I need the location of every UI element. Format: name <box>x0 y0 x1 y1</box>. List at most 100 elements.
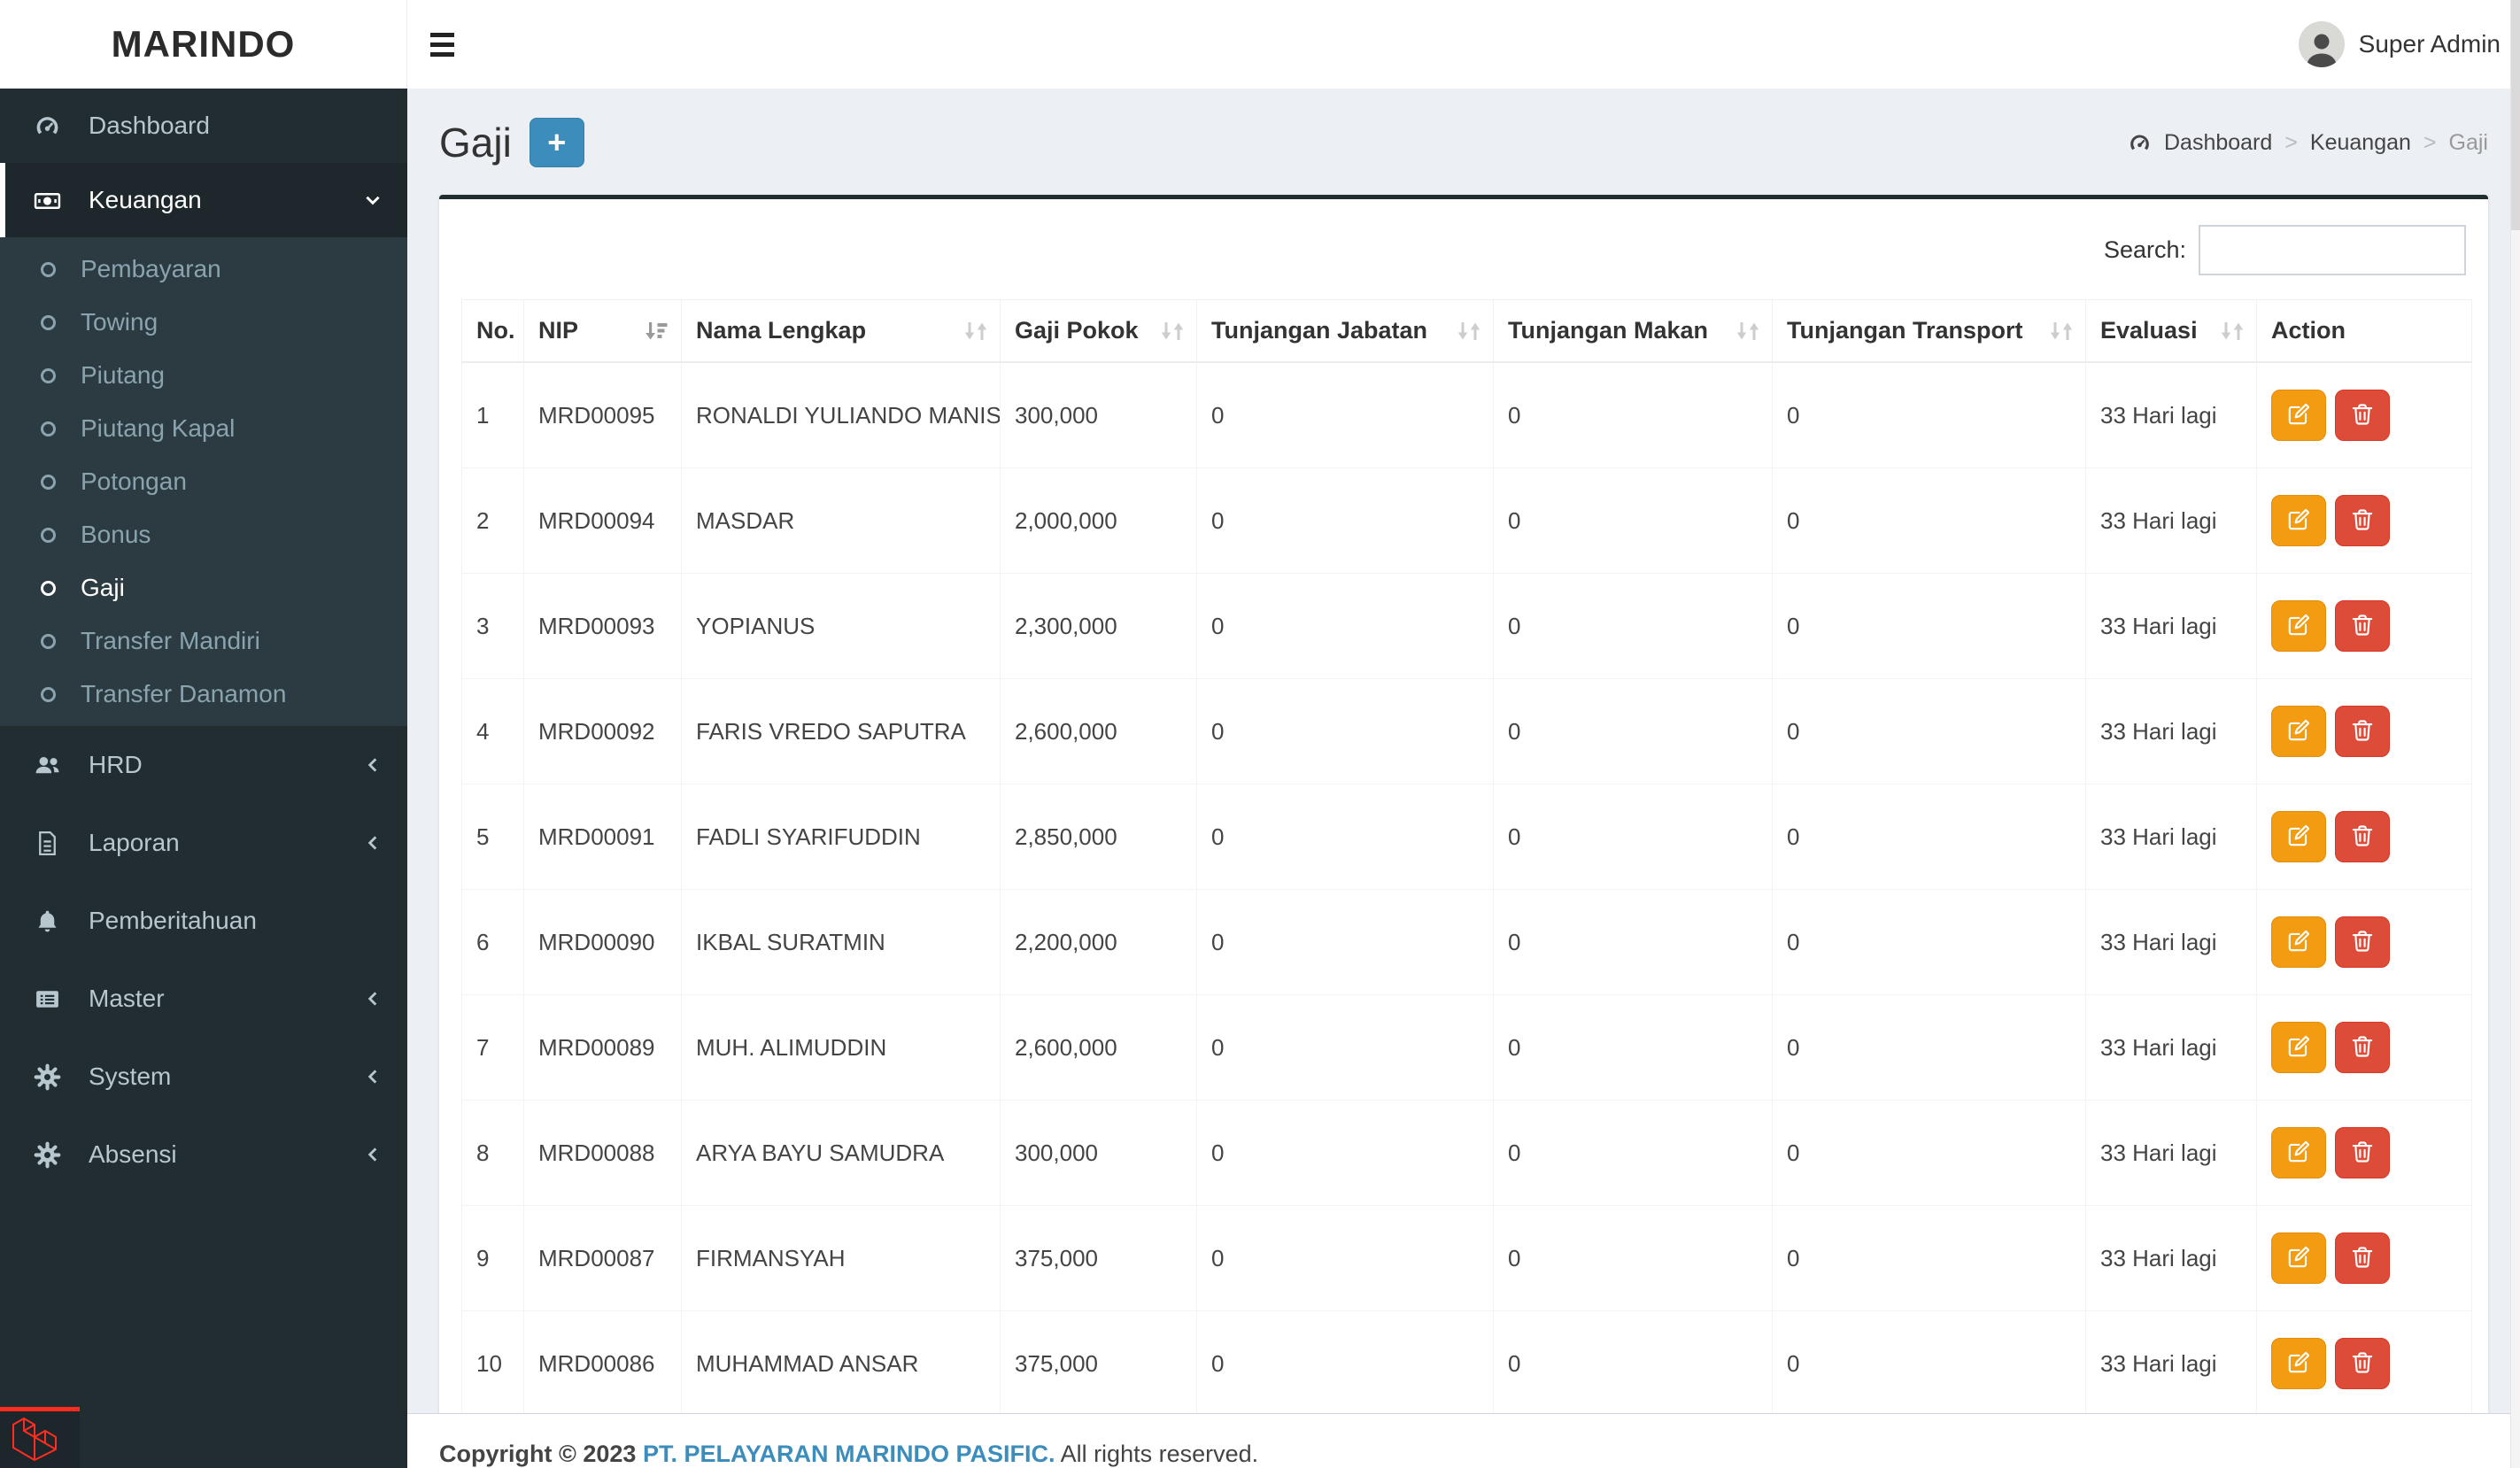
sidebar-subitem[interactable]: Bonus <box>0 508 407 561</box>
cell-tunjangan-makan: 0 <box>1493 1100 1773 1206</box>
cell-no: 5 <box>461 784 524 890</box>
table-row: 3 MRD00093 YOPIANUS 2,300,000 0 0 0 33 H… <box>461 573 2472 679</box>
column-nama-lengkap[interactable]: Nama Lengkap <box>681 299 1001 363</box>
delete-button[interactable] <box>2335 390 2390 441</box>
footer-company-link[interactable]: PT. PELAYARAN MARINDO PASIFIC. <box>643 1441 1055 1467</box>
breadcrumb-separator: > <box>2284 129 2298 155</box>
delete-button[interactable] <box>2335 916 2390 968</box>
edit-button[interactable] <box>2271 1022 2326 1073</box>
tachometer-icon <box>34 112 74 140</box>
column-tunjangan-makan[interactable]: Tunjangan Makan <box>1493 299 1773 363</box>
cell-tunjangan-transport: 0 <box>1772 678 2086 784</box>
edit-button[interactable] <box>2271 706 2326 757</box>
edit-button[interactable] <box>2271 916 2326 968</box>
cell-tunjangan-makan: 0 <box>1493 467 1773 574</box>
circle-icon <box>41 686 56 702</box>
sidebar-subitem[interactable]: Potongan <box>0 455 407 508</box>
sidebar-subitem[interactable]: Piutang <box>0 349 407 402</box>
cell-gaji-pokok: 300,000 <box>1000 361 1197 468</box>
cell-action <box>2256 573 2472 679</box>
edit-icon <box>2285 1244 2312 1273</box>
edit-button[interactable] <box>2271 390 2326 441</box>
cell-nama-lengkap: MUH. ALIMUDDIN <box>681 994 1001 1101</box>
gaji-table: No. NIP Nama Lengkap Gaji Pokok Tunjanga… <box>461 299 2472 1417</box>
sidebar-toggle-button[interactable] <box>427 20 475 68</box>
cell-no: 1 <box>461 361 524 468</box>
scrollbar[interactable] <box>2510 0 2520 1468</box>
breadcrumb-keuangan[interactable]: Keuangan <box>2310 130 2411 156</box>
brand-logo[interactable]: MARINDO <box>0 0 407 89</box>
cell-nama-lengkap: MUHAMMAD ANSAR <box>681 1310 1001 1417</box>
sidebar-item-master[interactable]: Master <box>0 960 407 1038</box>
column-tunjangan-jabatan[interactable]: Tunjangan Jabatan <box>1196 299 1494 363</box>
cell-no: 7 <box>461 994 524 1101</box>
cell-nip: MRD00095 <box>523 361 682 468</box>
list-alt-icon <box>34 985 74 1013</box>
sidebar-subitem[interactable]: Gaji <box>0 561 407 614</box>
column-gaji-pokok[interactable]: Gaji Pokok <box>1000 299 1197 363</box>
edit-button[interactable] <box>2271 811 2326 862</box>
cell-no: 10 <box>461 1310 524 1417</box>
cell-tunjangan-jabatan: 0 <box>1196 678 1494 784</box>
cell-nip: MRD00094 <box>523 467 682 574</box>
sidebar-item-pemberitahuan[interactable]: Pemberitahuan <box>0 882 407 960</box>
circle-icon <box>41 367 56 383</box>
sidebar-item-laporan[interactable]: Laporan <box>0 804 407 882</box>
sidebar-item-keuangan[interactable]: Keuangan <box>0 163 407 237</box>
sidebar-item-system[interactable]: System <box>0 1038 407 1116</box>
cell-action <box>2256 1205 2472 1311</box>
column-nip[interactable]: NIP <box>523 299 682 363</box>
cell-nip: MRD00089 <box>523 994 682 1101</box>
sidebar-item-absensi[interactable]: Absensi <box>0 1116 407 1194</box>
sidebar-item-dashboard[interactable]: Dashboard <box>0 89 407 163</box>
cell-gaji-pokok: 2,200,000 <box>1000 889 1197 995</box>
sidebar-subitem[interactable]: Towing <box>0 296 407 349</box>
column-tunjangan-transport[interactable]: Tunjangan Transport <box>1772 299 2086 363</box>
page-title: Gaji <box>439 120 512 166</box>
cell-nama-lengkap: FARIS VREDO SAPUTRA <box>681 678 1001 784</box>
delete-button[interactable] <box>2335 706 2390 757</box>
user-menu[interactable]: Super Admin <box>2298 0 2501 89</box>
cell-nama-lengkap: RONALDI YULIANDO MANIS <box>681 361 1001 468</box>
search-input[interactable] <box>2199 225 2466 275</box>
edit-button[interactable] <box>2271 1338 2326 1389</box>
footer-copyright: Copyright © 2023 <box>439 1441 637 1467</box>
edit-button[interactable] <box>2271 1232 2326 1284</box>
sidebar-subitem[interactable]: Pembayaran <box>0 243 407 296</box>
sidebar-subitem[interactable]: Transfer Mandiri <box>0 614 407 668</box>
edit-button[interactable] <box>2271 600 2326 652</box>
delete-button[interactable] <box>2335 1022 2390 1073</box>
sidebar-subitem[interactable]: Piutang Kapal <box>0 402 407 455</box>
delete-button[interactable] <box>2335 811 2390 862</box>
breadcrumb-dashboard[interactable]: Dashboard <box>2164 130 2272 156</box>
sidebar-subitem[interactable]: Transfer Danamon <box>0 668 407 721</box>
delete-button[interactable] <box>2335 495 2390 546</box>
cell-tunjangan-makan: 0 <box>1493 994 1773 1101</box>
cell-tunjangan-makan: 0 <box>1493 573 1773 679</box>
edit-icon <box>2285 401 2312 430</box>
scrollbar-thumb[interactable] <box>2511 0 2520 230</box>
edit-button[interactable] <box>2271 495 2326 546</box>
edit-button[interactable] <box>2271 1127 2326 1178</box>
delete-button[interactable] <box>2335 1338 2390 1389</box>
delete-button[interactable] <box>2335 1232 2390 1284</box>
cell-nama-lengkap: IKBAL SURATMIN <box>681 889 1001 995</box>
cell-nama-lengkap: FADLI SYARIFUDDIN <box>681 784 1001 890</box>
cell-no: 9 <box>461 1205 524 1311</box>
debugbar-toggle[interactable] <box>0 1407 80 1468</box>
plus-icon: + <box>547 124 567 160</box>
sidebar-subitem-label: Transfer Mandiri <box>81 627 260 654</box>
edit-icon <box>2285 506 2312 536</box>
gear-icon <box>34 1063 74 1091</box>
sidebar-item-hrd[interactable]: HRD <box>0 726 407 804</box>
delete-button[interactable] <box>2335 1127 2390 1178</box>
column-evaluasi[interactable]: Evaluasi <box>2085 299 2257 363</box>
delete-button[interactable] <box>2335 600 2390 652</box>
chevron-left-icon <box>363 989 383 1008</box>
add-button[interactable]: + <box>529 118 584 167</box>
table-header: No. NIP Nama Lengkap Gaji Pokok Tunjanga… <box>461 299 2472 363</box>
sidebar-subitem-label: Pembayaran <box>81 255 221 282</box>
cell-nip: MRD00086 <box>523 1310 682 1417</box>
cell-tunjangan-jabatan: 0 <box>1196 361 1494 468</box>
cell-evaluasi: 33 Hari lagi <box>2085 1310 2257 1417</box>
